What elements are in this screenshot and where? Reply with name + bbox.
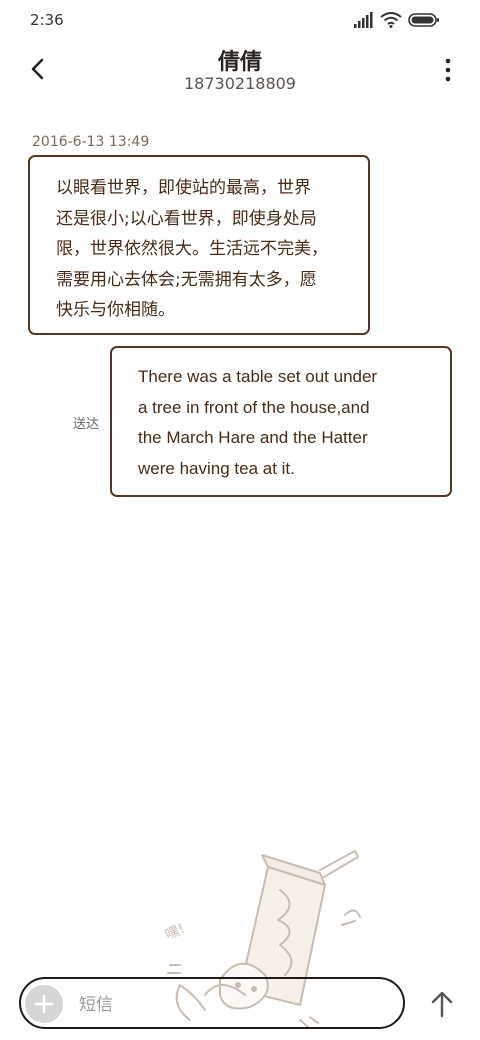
plus-icon <box>34 994 54 1014</box>
more-vertical-icon[interactable] <box>444 56 452 84</box>
status-bar: 2:36 <box>0 0 480 42</box>
contact-number: 18730218809 <box>184 74 296 93</box>
add-attachment-button[interactable] <box>25 985 63 1023</box>
status-time: 2:36 <box>30 11 64 29</box>
message-line: 限，世界依然很大。生活远不完美， <box>56 239 328 259</box>
message-timestamp: 2016-6-13 13:49 <box>32 134 150 150</box>
message-line: 需要用心去体会;无需拥有太多，愿 <box>56 269 317 290</box>
message-line: 快乐与你相随。 <box>56 300 175 320</box>
wifi-icon <box>380 12 402 28</box>
signal-icon <box>354 12 373 28</box>
contact-name: 倩倩 <box>217 50 262 75</box>
battery-icon <box>408 13 439 27</box>
sent-message-bubble[interactable]: There was a table set out under a tree i… <box>110 346 452 497</box>
arrow-up-icon[interactable] <box>430 990 454 1018</box>
message-line: 还是很小;以心看世界，即使身处局 <box>56 208 317 229</box>
message-line: 以眼看世界，即使站的最高，世界 <box>56 178 311 198</box>
message-line: the March Hare and the Hatter <box>138 428 368 447</box>
message-composer <box>19 977 405 1029</box>
message-line: There was a table set out under <box>138 367 378 386</box>
status-icons <box>354 12 454 30</box>
svg-text:嘿!: 嘿! <box>163 921 188 944</box>
sms-input[interactable] <box>77 987 381 1023</box>
received-message-bubble[interactable]: 以眼看世界，即使站的最高，世界 还是很小;以心看世界，即使身处局 限，世界依然很… <box>28 155 370 335</box>
delivery-status: 送达 <box>73 417 100 432</box>
message-line: were having tea at it. <box>138 458 295 478</box>
message-line: a tree in front of the house,and <box>138 397 370 417</box>
conversation-header: 倩倩 18730218809 <box>0 42 480 102</box>
